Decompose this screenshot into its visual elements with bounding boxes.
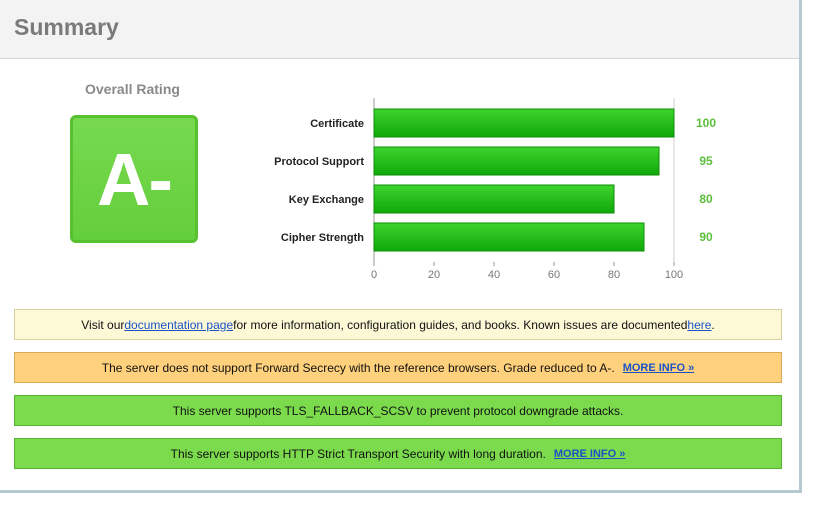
value-label-3: 80: [699, 192, 713, 206]
hsts-notice: This server supports HTTP Strict Transpo…: [14, 438, 782, 469]
tls-fallback-notice: This server supports TLS_FALLBACK_SCSV t…: [14, 395, 782, 426]
forward-secrecy-warning: The server does not support Forward Secr…: [14, 352, 782, 383]
known-issues-link[interactable]: here: [687, 318, 711, 332]
tls-fallback-text: This server supports TLS_FALLBACK_SCSV t…: [172, 403, 624, 418]
overall-rating-label: Overall Rating: [85, 81, 180, 97]
page-title: Summary: [14, 14, 119, 40]
category-label-2: Protocol Support: [274, 156, 364, 168]
x-tick-label-5: 80: [608, 269, 620, 281]
rating-bar-chart: Certificate 100 Protocol Support 95 Key Exch…: [274, 98, 716, 281]
bar-3: [373, 184, 615, 214]
x-tick-label-3: 40: [488, 269, 500, 281]
category-label-1: Certificate: [310, 118, 364, 130]
grade-value: A-: [96, 137, 173, 221]
documentation-notice: Visit our documentation page for more in…: [14, 309, 782, 340]
hsts-text: This server supports HTTP Strict Transpo…: [170, 446, 546, 461]
summary-panel: Summary Overall Rating A- Certificate 100…: [0, 0, 802, 493]
bar-1: [373, 108, 675, 138]
doc-notice-suffix: .: [711, 317, 715, 332]
x-tick-label-4: 60: [548, 269, 560, 281]
hsts-more-info-link[interactable]: MORE INFO »: [554, 448, 626, 460]
value-label-4: 90: [699, 230, 713, 244]
bar-2: [373, 146, 660, 176]
x-tick-label-6: 100: [665, 269, 683, 281]
category-label-3: Key Exchange: [289, 194, 364, 206]
grade-badge: A-: [70, 115, 198, 243]
documentation-page-link[interactable]: documentation page: [124, 318, 233, 332]
doc-notice-middle: for more information, configuration guid…: [233, 317, 688, 332]
value-label-2: 95: [699, 154, 713, 168]
x-tick-label-1: 0: [371, 269, 377, 281]
forward-secrecy-more-info-link[interactable]: MORE INFO »: [623, 362, 695, 374]
doc-notice-prefix: Visit our: [81, 317, 125, 332]
forward-secrecy-text: The server does not support Forward Secr…: [101, 360, 615, 375]
bar-4: [373, 222, 645, 252]
summary-header: Summary: [0, 0, 799, 59]
value-label-1: 100: [696, 116, 716, 130]
x-tick-label-2: 20: [428, 269, 440, 281]
category-label-4: Cipher Strength: [281, 232, 364, 244]
